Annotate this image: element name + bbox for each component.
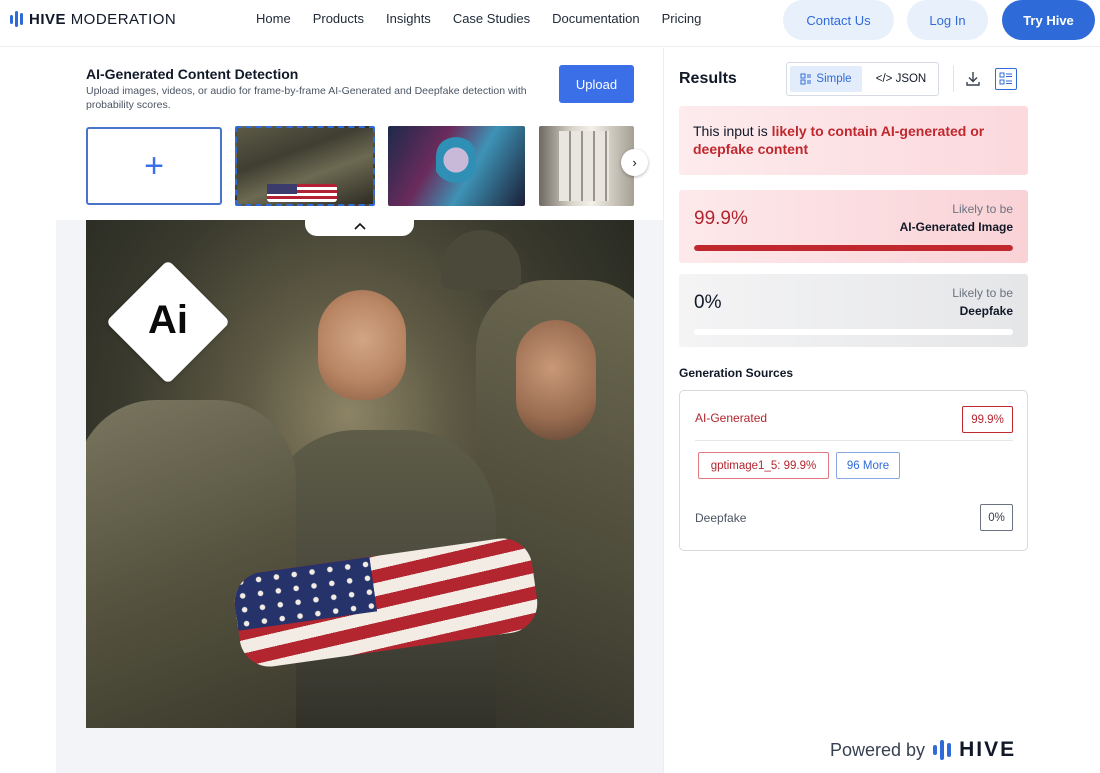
ai-score-percent: 99.9% xyxy=(694,208,748,229)
face-right-shape xyxy=(516,320,596,440)
nav-link-case-studies[interactable]: Case Studies xyxy=(453,11,530,26)
ai-badge-label: Ai xyxy=(148,298,188,342)
source-deepfake-label: Deepfake xyxy=(695,511,747,525)
add-media-button[interactable]: + xyxy=(86,127,222,205)
page-title: AI-Generated Content Detection xyxy=(86,66,299,82)
detection-panel: AI-Generated Content Detection Upload im… xyxy=(56,48,663,773)
upload-button[interactable]: Upload xyxy=(559,65,634,103)
hive-brand-icon xyxy=(933,739,952,761)
ai-category-label: AI-Generated Image xyxy=(899,220,1013,234)
helmet-shape xyxy=(441,230,521,290)
ai-generated-score-card: 99.9% Likely to be AI-Generated Image xyxy=(679,190,1028,263)
simple-view-label: Simple xyxy=(816,73,852,85)
deepfake-score-bar xyxy=(694,329,1013,335)
ai-score-bar xyxy=(694,245,1013,251)
deepfake-likely-label: Likely to be xyxy=(952,286,1013,300)
sample-thumbnail-cyberpunk[interactable] xyxy=(388,126,525,206)
hive-logo-icon xyxy=(10,10,23,28)
more-sources-chip[interactable]: 96 More xyxy=(836,452,900,479)
nav-link-insights[interactable]: Insights xyxy=(386,11,431,26)
sample-thumbnail-interior[interactable] xyxy=(539,126,634,206)
flag-graphic xyxy=(267,184,337,202)
page-subtitle: Upload images, videos, or audio for fram… xyxy=(86,85,527,111)
face-center-shape xyxy=(318,290,406,400)
ai-likely-label: Likely to be xyxy=(952,202,1013,216)
source-ai-generated-label: AI-Generated xyxy=(695,411,768,425)
carousel-next-button[interactable]: › xyxy=(621,149,648,176)
generation-sources-box: AI-Generated 99.9% gptimage1_5: 99.9% 96… xyxy=(679,390,1028,551)
chevron-right-icon: › xyxy=(632,155,637,170)
log-in-button[interactable]: Log In xyxy=(907,0,988,40)
chevron-up-icon xyxy=(353,222,366,230)
sources-divider xyxy=(695,440,1013,441)
deepfake-score-card: 0% Likely to be Deepfake xyxy=(679,274,1028,347)
deepfake-score-percent: 0% xyxy=(694,292,722,313)
contact-us-button[interactable]: Contact Us xyxy=(783,0,894,40)
powered-by-hive: Powered by HIVE xyxy=(830,738,1016,762)
nav-link-home[interactable]: Home xyxy=(256,11,291,26)
results-title: Results xyxy=(679,70,737,87)
source-ai-generated-badge: 99.9% xyxy=(962,406,1013,433)
ai-score-bar-fill xyxy=(694,245,1013,251)
json-view-tab[interactable]: </> JSON xyxy=(867,66,935,92)
try-hive-button[interactable]: Try Hive xyxy=(1002,0,1095,40)
nav-link-pricing[interactable]: Pricing xyxy=(662,11,702,26)
hive-logo[interactable]: HIVE MODERATION xyxy=(10,10,176,28)
plus-icon: + xyxy=(144,146,164,185)
nav-links: Home Products Insights Case Studies Docu… xyxy=(256,11,723,26)
simple-view-tab[interactable]: Simple xyxy=(790,66,862,92)
portrait-graphic xyxy=(436,136,476,196)
detection-header: AI-Generated Content Detection Upload im… xyxy=(56,48,663,220)
verdict-alert: This input is likely to contain AI-gener… xyxy=(679,106,1028,175)
nav-link-products[interactable]: Products xyxy=(313,11,364,26)
verdict-prefix: This input is xyxy=(693,123,772,139)
model-source-chip[interactable]: gptimage1_5: 99.9% xyxy=(698,452,829,479)
powered-by-label: Powered by xyxy=(830,739,926,760)
simple-view-icon xyxy=(800,73,812,85)
soldier-left-shape xyxy=(86,400,296,728)
source-deepfake-badge: 0% xyxy=(980,504,1013,531)
logo-wordmark: HIVE MODERATION xyxy=(29,10,177,28)
top-nav: HIVE MODERATION Home Products Insights C… xyxy=(0,0,1100,47)
deepfake-category-label: Deepfake xyxy=(959,304,1013,318)
toolbar-divider xyxy=(953,66,954,92)
nav-link-documentation[interactable]: Documentation xyxy=(552,11,639,26)
analyzed-image: Ai xyxy=(86,220,634,728)
generation-sources-title: Generation Sources xyxy=(679,366,794,380)
collapse-thumbnails-button[interactable] xyxy=(305,216,414,236)
list-view-icon[interactable] xyxy=(995,68,1017,90)
sample-thumbnail-soldiers[interactable] xyxy=(235,126,375,206)
window-graphic xyxy=(559,131,609,201)
hive-brand-wordmark: HIVE xyxy=(959,738,1017,761)
download-icon[interactable] xyxy=(963,69,983,89)
view-toggle: Simple </> JSON xyxy=(786,62,939,96)
results-panel: Results Simple </> JSON This input is li… xyxy=(663,48,1100,773)
